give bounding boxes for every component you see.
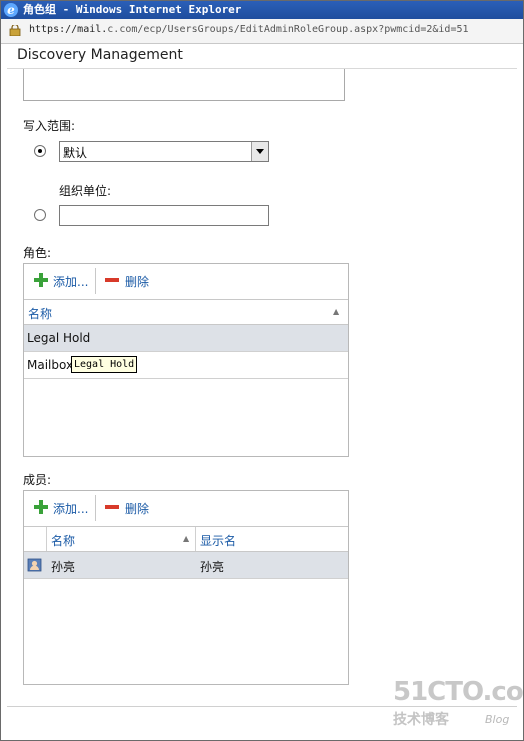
roles-label: 角色: bbox=[23, 246, 52, 260]
sort-ascending-icon: ▲ bbox=[183, 534, 190, 543]
toolbar-separator bbox=[95, 268, 96, 294]
title-bar: e 角色组 - Windows Internet Explorer bbox=[1, 1, 523, 19]
members-add-label: 添加... bbox=[53, 502, 89, 516]
roles-column-name[interactable]: 名称 bbox=[28, 305, 52, 322]
roles-toolbar: 添加... 删除 bbox=[24, 264, 348, 298]
lock-icon bbox=[9, 25, 21, 36]
watermark-logo: 51CTO.com bbox=[393, 677, 523, 707]
members-column-name[interactable]: 名称 bbox=[51, 532, 75, 549]
toolbar-separator bbox=[95, 495, 96, 521]
members-toolbar: 添加... 删除 bbox=[24, 491, 348, 525]
members-panel: 添加... 删除 名称 ▲ 显示名 孙亮 孙亮 bbox=[23, 490, 349, 685]
members-label: 成员: bbox=[23, 473, 52, 487]
ou-scope-radio[interactable] bbox=[34, 209, 46, 221]
role-name: Mailbox bbox=[27, 358, 74, 372]
role-name: Legal Hold bbox=[27, 331, 91, 345]
ou-label: 组织单位: bbox=[59, 184, 112, 198]
members-column-display-name[interactable]: 显示名 bbox=[200, 532, 236, 549]
default-scope-radio[interactable] bbox=[34, 145, 46, 157]
ie-window: e 角色组 - Windows Internet Explorer https:… bbox=[0, 0, 524, 741]
write-scope-select[interactable]: 默认 bbox=[59, 141, 269, 162]
url-path: c.com/ecp/UsersGroups/EditAdminRoleGroup… bbox=[107, 24, 469, 35]
url-prefix: https:// bbox=[29, 24, 78, 35]
ou-input[interactable] bbox=[59, 205, 269, 226]
description-textarea[interactable] bbox=[23, 69, 345, 101]
watermark-blog: Blog bbox=[485, 713, 510, 726]
page-title: Discovery Management bbox=[17, 47, 183, 63]
column-divider bbox=[195, 527, 196, 551]
plus-icon bbox=[34, 500, 48, 514]
member-display-name: 孙亮 bbox=[200, 560, 225, 574]
sort-ascending-icon: ▲ bbox=[333, 307, 340, 316]
roles-grid-header: 名称 ▲ bbox=[24, 299, 348, 325]
write-scope-label: 写入范围: bbox=[23, 119, 76, 133]
user-icon bbox=[27, 558, 42, 572]
watermark-tagline: 技术博客 bbox=[393, 712, 449, 728]
address-bar[interactable]: https://mail.c.com/ecp/UsersGroups/EditA… bbox=[1, 19, 523, 44]
table-row[interactable]: Legal Hold bbox=[24, 325, 348, 352]
tooltip: Legal Hold bbox=[71, 356, 138, 373]
table-row[interactable]: 孙亮 孙亮 bbox=[24, 552, 348, 579]
remove-icon bbox=[105, 505, 119, 509]
window-title: 角色组 - Windows Internet Explorer bbox=[23, 3, 242, 16]
plus-icon bbox=[34, 273, 48, 287]
write-scope-select-value: 默认 bbox=[63, 146, 88, 160]
members-remove-label: 删除 bbox=[125, 502, 150, 516]
column-divider bbox=[46, 527, 47, 551]
roles-remove-label: 删除 bbox=[125, 275, 150, 289]
roles-add-label: 添加... bbox=[53, 275, 89, 289]
member-name: 孙亮 bbox=[51, 560, 76, 574]
url-text[interactable]: https://mail.c.com/ecp/UsersGroups/EditA… bbox=[29, 24, 469, 35]
remove-icon bbox=[105, 278, 119, 282]
internet-explorer-icon: e bbox=[4, 3, 18, 17]
url-host: mail. bbox=[77, 24, 108, 35]
chevron-down-icon[interactable] bbox=[251, 142, 268, 161]
members-grid-header: 名称 ▲ 显示名 bbox=[24, 526, 348, 552]
